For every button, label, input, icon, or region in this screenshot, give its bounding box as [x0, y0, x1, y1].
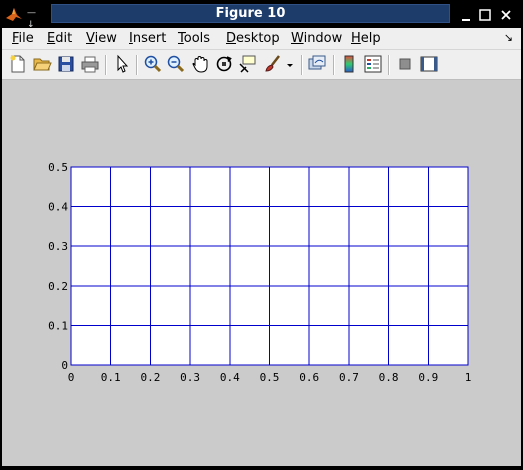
pan-icon[interactable]: [190, 54, 210, 74]
x-tick-label: 0.1: [101, 371, 121, 384]
y-tick-label: 0.2: [48, 280, 68, 293]
x-tick-label: 0.9: [418, 371, 438, 384]
open-file-icon[interactable]: [32, 54, 52, 74]
window-menu-button[interactable]: —↓: [27, 7, 43, 30]
x-tick-label: 0.6: [299, 371, 319, 384]
toolbar-separator: [136, 55, 138, 75]
menu-window[interactable]: Window: [291, 31, 342, 47]
window-title: Figure 10: [215, 6, 286, 21]
dock-arrow-icon[interactable]: ↘: [504, 31, 513, 44]
zoom-out-icon[interactable]: [166, 54, 186, 74]
hide-plot-tools-icon[interactable]: [395, 54, 415, 74]
title-bar[interactable]: —↓ Figure 10: [0, 0, 523, 30]
menu-view[interactable]: View: [86, 31, 117, 47]
menu-file[interactable]: File: [12, 31, 34, 47]
x-tick-label: 0.7: [339, 371, 359, 384]
close-icon[interactable]: [499, 7, 513, 21]
menu-bar: File Edit View Insert Tools Desktop Wind…: [2, 28, 521, 50]
insert-colorbar-icon[interactable]: [339, 54, 359, 74]
axes[interactable]: 0 0.1 0.2 0.3 0.4 0.5 0.6 0.7 0.8 0.9 1 0 0.1 0.2 0.3 0…: [2, 80, 521, 466]
print-icon[interactable]: [80, 54, 100, 74]
edit-plot-icon[interactable]: [112, 54, 132, 74]
menu-edit[interactable]: Edit: [47, 31, 72, 47]
zoom-in-icon[interactable]: [143, 54, 163, 74]
toolbar-separator: [301, 55, 303, 75]
y-tick-label: 0.5: [48, 161, 68, 174]
title-band: Figure 10: [51, 4, 450, 23]
show-plot-tools-icon[interactable]: [419, 54, 439, 74]
menu-help[interactable]: Help: [351, 31, 381, 47]
x-tick-label: 0: [68, 371, 75, 384]
save-icon[interactable]: [56, 54, 76, 74]
x-tick-label: 0.5: [260, 371, 280, 384]
toolbar-separator: [388, 55, 390, 75]
y-tick-label: 0.4: [48, 201, 68, 214]
toolbar-separator: [333, 55, 335, 75]
matlab-logo-icon[interactable]: [5, 5, 23, 23]
menu-desktop[interactable]: Desktop: [226, 31, 280, 47]
x-tick-label: 0.8: [379, 371, 399, 384]
menu-tools[interactable]: Tools: [178, 31, 210, 47]
insert-legend-icon[interactable]: [363, 54, 383, 74]
y-tick-label: 0.1: [48, 319, 68, 332]
rotate-3d-icon[interactable]: [214, 54, 234, 74]
new-figure-icon[interactable]: [8, 54, 28, 74]
x-tick-label: 0.2: [140, 371, 160, 384]
y-tick-label: 0: [61, 359, 68, 372]
y-tick-label: 0.3: [48, 240, 68, 253]
toolbar-separator: [105, 55, 107, 75]
maximize-icon[interactable]: [478, 7, 492, 21]
brush-dropdown-icon[interactable]: [285, 54, 295, 74]
x-tick-label: 1: [465, 371, 472, 384]
brush-icon[interactable]: [263, 54, 283, 74]
menu-insert[interactable]: Insert: [129, 31, 166, 47]
figure-window: —↓ Figure 10 File Edit View Insert Tools…: [0, 0, 523, 470]
x-tick-label: 0.3: [180, 371, 200, 384]
x-tick-label: 0.4: [220, 371, 240, 384]
figure-canvas[interactable]: 0 0.1 0.2 0.3 0.4 0.5 0.6 0.7 0.8 0.9 1 0 0.1 0.2 0.3 0…: [2, 80, 521, 466]
figure-toolbar: [2, 50, 521, 80]
data-cursor-icon[interactable]: [238, 54, 258, 74]
minimize-icon[interactable]: [459, 7, 473, 21]
link-plot-icon[interactable]: [307, 54, 327, 74]
